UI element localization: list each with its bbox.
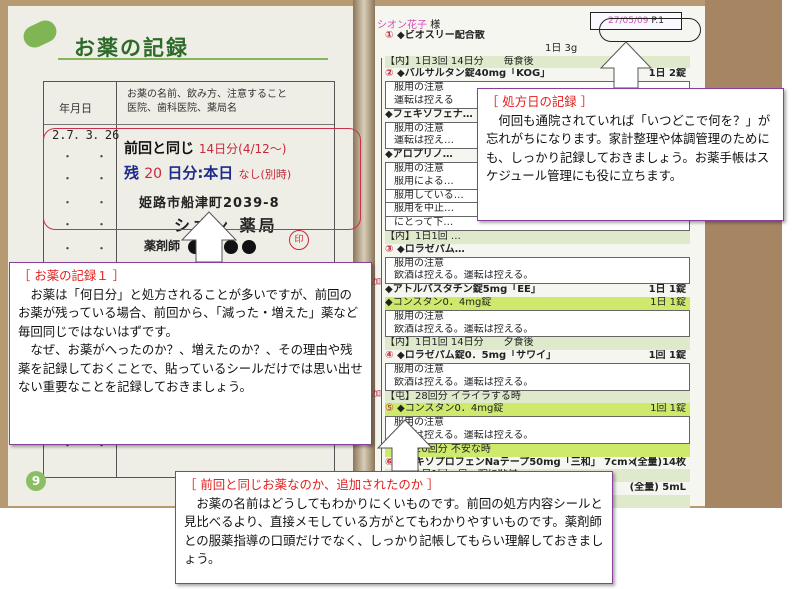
callout-paragraph: お薬の名前はどうしてもわかりにくいものです。前回の処方内容シールと見比べるより、… xyxy=(184,495,604,567)
callout-paragraph: 何回も通院されていれば「いつどこで何を？」が忘れがちになります。家計整理や体調管… xyxy=(486,112,771,184)
callout-paragraph: なぜ、お薬がへったのか？、増えたのか？、その理由や残薬を記録しておくことで、貼っ… xyxy=(18,342,363,394)
callout-title: ［ 処方日の記録 ］ xyxy=(486,94,594,109)
callout-same-or-added: ［ 前回と同じお薬なのか、追加されたのか ］ お薬の名前はどうしてもわかりにくい… xyxy=(175,471,613,584)
callout-paragraph: お薬は「何日分」と処方されることが多いですが、前回のお薬が残っている場合、前回か… xyxy=(18,286,359,339)
arrow-up-icon xyxy=(599,41,653,89)
arrow-up-icon xyxy=(376,419,434,472)
callout-record1: ［ お薬の記録１ ］ お薬は「何日分」と処方されることが多いですが、前回のお薬が… xyxy=(9,262,372,445)
callout-title: ［ お薬の記録１ ］ xyxy=(18,268,126,283)
callout-title: ［ 前回と同じお薬なのか、追加されたのか ］ xyxy=(184,477,440,492)
arrow-up-icon xyxy=(180,211,238,263)
callout-prescription-date: ［ 処方日の記録 ］ 何回も通院されていれば「いつどこで何を？」が忘れがちになり… xyxy=(477,88,784,221)
